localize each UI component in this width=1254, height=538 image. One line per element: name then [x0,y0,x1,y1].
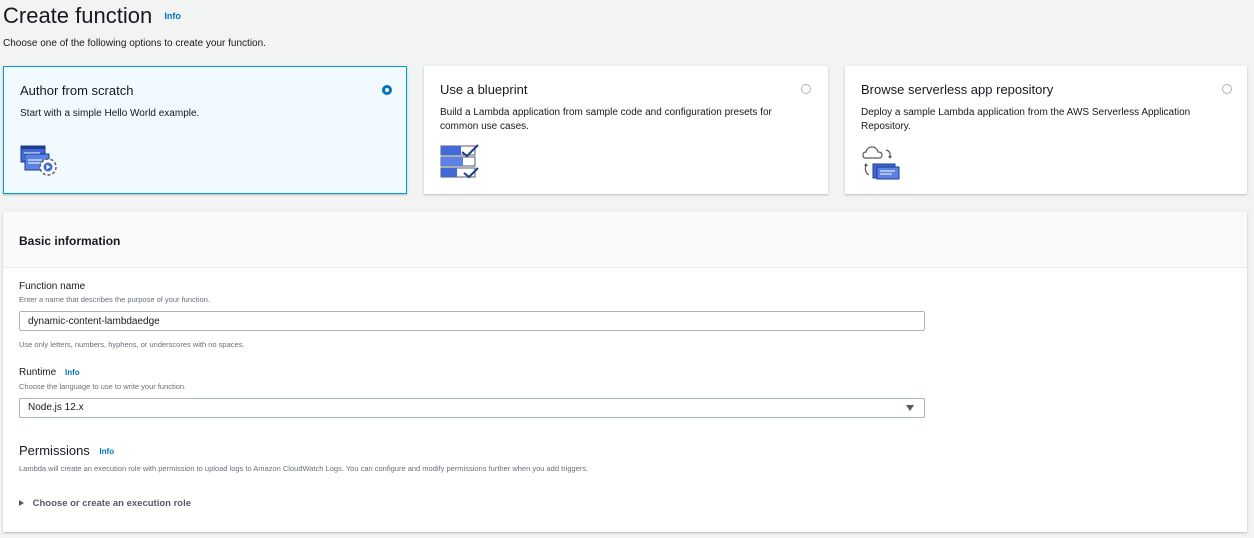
serverless-repository-icon [861,144,903,185]
author-from-scratch-icon [20,145,62,184]
option-radio-browse-serverless-app-repository[interactable] [1222,84,1232,94]
blueprint-icon [440,144,480,185]
execution-role-expander-label: Choose or create an execution role [32,498,192,509]
option-radio-use-a-blueprint[interactable] [801,84,811,94]
panel-header: Basic information [3,212,1247,268]
option-title: Author from scratch [20,83,134,98]
panel-title: Basic information [19,234,121,248]
option-description: Deploy a sample Lambda application from … [861,107,1191,132]
runtime-description: Choose the language to use to write your… [19,382,187,391]
runtime-label: Runtime [19,367,57,378]
caret-down-icon [906,405,914,411]
runtime-info-link[interactable]: Info [65,368,80,377]
option-radio-author-from-scratch[interactable] [382,85,392,95]
permissions-info-link[interactable]: Info [99,447,114,456]
runtime-select[interactable]: Node.js 12.x [19,398,925,418]
basic-information-panel: Basic information Function name Enter a … [3,212,1247,532]
permissions-title: Permissions [19,443,90,458]
page-title: Create function Info [3,2,181,29]
option-description: Start with a simple Hello World example. [20,108,200,119]
runtime-label-row: Runtime Info [19,367,80,378]
runtime-select-value: Node.js 12.x [28,402,84,413]
permissions-description: Lambda will create an execution role wit… [19,464,589,473]
option-title: Browse serverless app repository [861,82,1054,97]
option-card-author-from-scratch[interactable]: Author from scratch Start with a simple … [3,66,407,194]
page-subtitle: Choose one of the following options to c… [3,38,266,49]
option-card-use-a-blueprint[interactable]: Use a blueprint Build a Lambda applicati… [424,66,828,194]
option-card-browse-serverless-app-repository[interactable]: Browse serverless app repository Deploy … [845,66,1247,194]
caret-right-icon [19,500,24,507]
page-title-text: Create function [3,3,153,29]
permissions-heading: Permissions Info [19,443,114,458]
option-title: Use a blueprint [440,82,528,97]
function-name-description: Enter a name that describes the purpose … [19,295,210,304]
function-name-input[interactable] [19,311,925,331]
execution-role-expander[interactable]: Choose or create an execution role [19,498,191,509]
option-description: Build a Lambda application from sample c… [440,107,772,132]
function-name-hint: Use only letters, numbers, hyphens, or u… [19,340,245,349]
page-title-info-link[interactable]: Info [164,11,181,21]
function-name-label: Function name [19,281,86,292]
